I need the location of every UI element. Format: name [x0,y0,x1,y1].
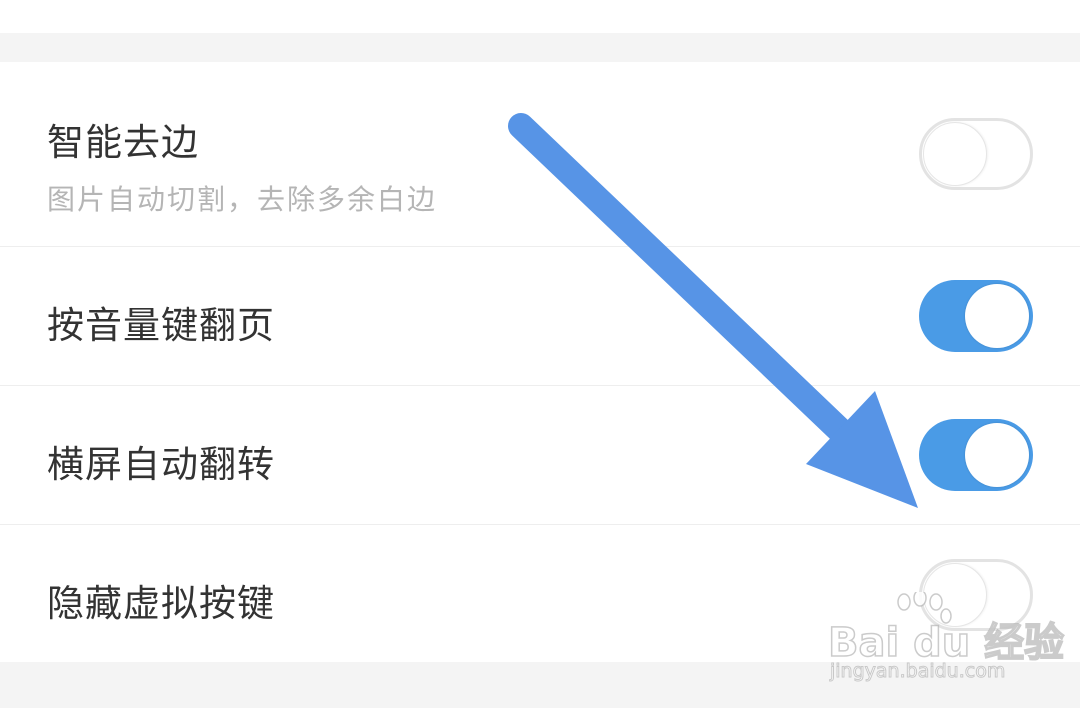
setting-row-hide-virtual-keys[interactable]: 隐藏虚拟按键 [0,525,1080,662]
toggle-knob [923,563,987,627]
setting-row-smart-crop[interactable]: 智能去边 图片自动切割，去除多余白边 [0,62,1080,247]
setting-title: 横屏自动翻转 [47,443,275,486]
toggle-knob [965,284,1029,348]
toggle-knob [923,122,987,186]
setting-title: 隐藏虚拟按键 [47,582,275,625]
settings-screen: 智能去边 图片自动切割，去除多余白边 按音量键翻页 横屏自动翻转 隐藏虚拟按键 [0,0,1080,708]
section-divider [0,662,1080,708]
smart-crop-toggle[interactable] [919,118,1033,190]
setting-row-volume-page-turn[interactable]: 按音量键翻页 [0,247,1080,386]
auto-rotate-toggle[interactable] [919,419,1033,491]
previous-section [0,0,1080,33]
section-divider [0,33,1080,62]
setting-subtitle: 图片自动切割，去除多余白边 [47,183,438,216]
setting-row-auto-rotate[interactable]: 横屏自动翻转 [0,386,1080,525]
setting-title: 按音量键翻页 [47,304,275,347]
volume-page-turn-toggle[interactable] [919,280,1033,352]
toggle-knob [965,423,1029,487]
setting-title: 智能去边 [47,121,199,164]
hide-virtual-keys-toggle[interactable] [919,559,1033,631]
